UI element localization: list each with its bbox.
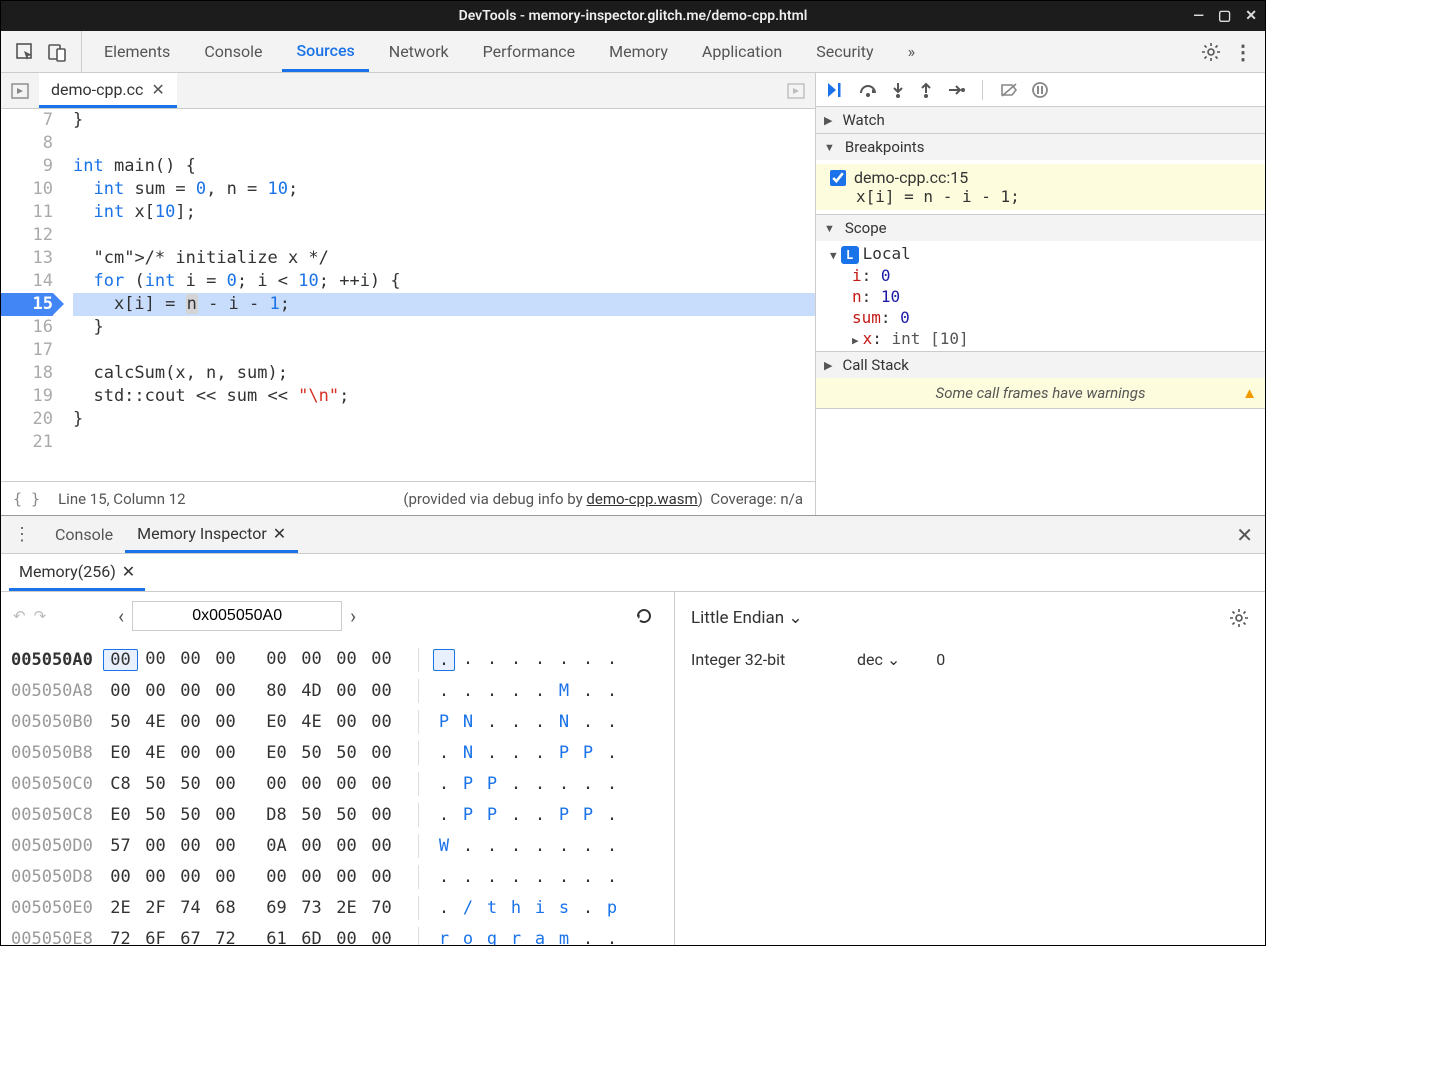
show-navigator-icon[interactable] [1,82,39,100]
file-tabs: demo-cpp.cc ✕ [1,73,815,109]
refresh-icon[interactable] [634,606,654,626]
window-close-icon[interactable]: ✕ [1245,8,1257,24]
braces-icon[interactable]: { } [13,490,40,508]
inspect-element-icon[interactable] [15,42,35,62]
breakpoint-item[interactable]: demo-cpp.cc:15 x[i] = n - i - 1; [816,164,1265,210]
window-minimize-icon[interactable]: — [1193,8,1204,24]
coverage-label: Coverage: n/a [710,490,803,508]
drawer-close-icon[interactable]: ✕ [1224,523,1265,547]
value-display: 0 [936,650,945,669]
deactivate-breakpoints-icon[interactable] [999,81,1019,99]
memory-tab[interactable]: Memory(256) ✕ [9,554,145,591]
file-tab[interactable]: demo-cpp.cc ✕ [39,73,177,108]
history-back-icon[interactable]: ↶ [13,607,26,625]
run-snippet-icon[interactable] [777,82,815,100]
watch-section[interactable]: ▶Watch [816,107,1265,134]
value-type-label: Integer 32-bit [691,650,821,669]
cursor-pos: Line 15, Column 12 [58,490,185,508]
tab-memory[interactable]: Memory [595,31,682,72]
prev-page-icon[interactable]: ‹ [118,604,124,628]
settings-gear-icon[interactable] [1201,42,1221,62]
value-format-select[interactable]: dec ⌄ [857,650,900,669]
breakpoint-checkbox[interactable] [830,170,846,186]
step-over-icon[interactable] [858,81,878,99]
tab-elements[interactable]: Elements [90,31,184,72]
file-tab-label: demo-cpp.cc [51,80,143,99]
tab-console[interactable]: Console [190,31,276,72]
close-icon[interactable]: ✕ [273,524,286,543]
kebab-menu-icon[interactable]: ⋮ [1233,40,1253,64]
code-editor[interactable]: 789101112131415161718192021 }int main() … [1,109,815,481]
wasm-source-link[interactable]: demo-cpp.wasm [586,490,697,508]
editor-status-bar: { } Line 15, Column 12 (provided via deb… [1,481,815,515]
tab-application[interactable]: Application [688,31,796,72]
callstack-warning: Some call frames have warnings▲ [816,378,1265,408]
window-titlebar: DevTools - memory-inspector.glitch.me/de… [1,1,1265,31]
tab-sources[interactable]: Sources [282,31,368,72]
memory-hex-grid[interactable]: 005050A00000000000000000........005050A8… [1,640,674,945]
close-icon[interactable]: ✕ [151,80,164,99]
step-out-icon[interactable] [918,81,934,99]
chevron-down-icon: ⌄ [788,608,802,628]
drawer-tab-memory-inspector[interactable]: Memory Inspector ✕ [125,516,298,553]
warning-icon: ▲ [1242,384,1257,402]
memory-address-input[interactable] [132,601,342,631]
pause-exceptions-icon[interactable] [1031,81,1049,99]
tab-security[interactable]: Security [802,31,887,72]
debugger-sidebar: ▶Watch ▼Breakpoints demo-cpp.cc:15 x[i] … [815,73,1265,515]
step-into-icon[interactable] [890,81,906,99]
device-toolbar-icon[interactable] [47,42,67,62]
memory-settings-gear-icon[interactable] [1229,608,1249,628]
drawer-menu-icon[interactable]: ⋮ [1,524,43,545]
history-forward-icon[interactable]: ↷ [34,607,47,625]
endianness-select[interactable]: Little Endian ⌄ [691,608,803,628]
tab-network[interactable]: Network [375,31,463,72]
next-page-icon[interactable]: › [350,604,356,628]
callstack-section: ▶Call Stack Some call frames have warnin… [816,352,1265,409]
chevron-down-icon: ⌄ [887,650,900,669]
breakpoints-section: ▼Breakpoints demo-cpp.cc:15 x[i] = n - i… [816,134,1265,215]
drawer: ⋮ Console Memory Inspector ✕ ✕ Memory(25… [1,515,1265,945]
tabs-overflow-icon[interactable]: » [894,31,930,72]
scope-section: ▼Scope ▼LLocal i: 0n: 10sum: 0▶x: int [1… [816,215,1265,352]
window-maximize-icon[interactable]: ▢ [1218,8,1231,24]
close-icon[interactable]: ✕ [122,562,135,581]
drawer-tab-console[interactable]: Console [43,516,125,553]
devtools-tabbar: Elements Console Sources Network Perform… [1,31,1265,73]
resume-icon[interactable] [826,81,846,99]
tab-performance[interactable]: Performance [469,31,590,72]
window-title: DevTools - memory-inspector.glitch.me/de… [459,8,808,24]
step-icon[interactable] [946,81,966,99]
